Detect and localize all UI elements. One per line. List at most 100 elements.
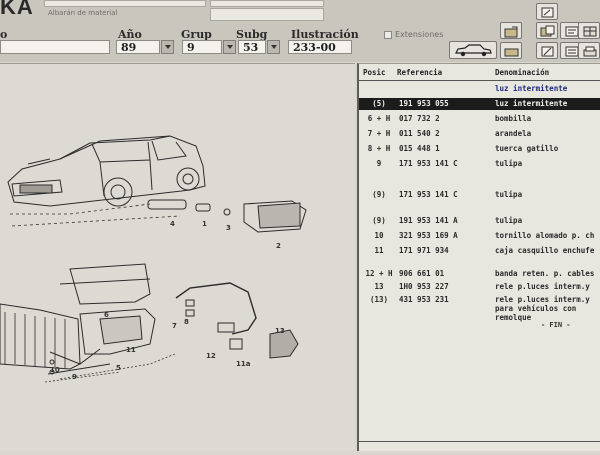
nav-button-6[interactable] bbox=[536, 42, 558, 59]
row-ref: 171 971 934 bbox=[399, 246, 449, 255]
row-den: arandela bbox=[495, 129, 532, 138]
nav-button-2[interactable] bbox=[536, 22, 558, 39]
callout-label: 5 bbox=[116, 364, 121, 372]
row-ref: 015 448 1 bbox=[399, 144, 440, 153]
app-logo: KA bbox=[0, 0, 34, 19]
row-pos: (9) bbox=[372, 216, 386, 225]
grid-icon bbox=[583, 26, 597, 37]
parts-table-header: Posic Referencia Denominación bbox=[359, 68, 600, 80]
callout-label: 13 bbox=[275, 327, 285, 335]
end-marker: - FIN - bbox=[541, 321, 571, 329]
albaran-field[interactable] bbox=[210, 8, 324, 21]
nav-button-5[interactable] bbox=[500, 42, 522, 59]
row-pos: 8 + H bbox=[367, 144, 391, 153]
row-pos: (5) bbox=[372, 99, 386, 108]
callout-label: 8 bbox=[184, 318, 189, 326]
row-den-line3: remolque bbox=[495, 313, 532, 322]
model-field[interactable] bbox=[0, 40, 110, 54]
nav-button-8[interactable] bbox=[578, 42, 600, 59]
row-pos: (9) bbox=[372, 190, 386, 199]
extensions-checkbox[interactable] bbox=[384, 31, 392, 39]
row-ref: 017 732 2 bbox=[399, 114, 440, 123]
header-field-1[interactable] bbox=[44, 0, 206, 7]
parts-illustration[interactable]: 4 1 3 2 6 7 8 5 9 10 11 12 11a 13 bbox=[0, 63, 355, 451]
subgroup-select[interactable]: 53 bbox=[238, 40, 266, 54]
row-den: luz intermitente bbox=[495, 99, 568, 108]
nav-button-1[interactable] bbox=[500, 22, 522, 39]
car-illustration bbox=[7, 135, 206, 207]
group-select[interactable]: 9 bbox=[182, 40, 222, 54]
row-pos: 7 + H bbox=[367, 129, 391, 138]
callout-label: 4 bbox=[170, 220, 175, 228]
header-field-2[interactable] bbox=[210, 0, 324, 7]
header-divider bbox=[359, 80, 600, 81]
row-ref: 191 953 141 A bbox=[399, 216, 458, 225]
subgroup-dropdown-arrow[interactable] bbox=[267, 40, 280, 54]
row-pos: 9 bbox=[376, 159, 382, 168]
car-icon bbox=[455, 44, 492, 57]
row-ref: 171 953 141 C bbox=[399, 190, 458, 199]
row-den: tuerca gatillo bbox=[495, 144, 559, 153]
row-pos: 13 bbox=[374, 282, 384, 291]
header-bar: KA Albarán de material o Año 89 Grup 9 S… bbox=[0, 0, 600, 62]
table-row[interactable]: 10 321 953 169 A tornillo alomado p. ch bbox=[359, 230, 600, 242]
table-row[interactable]: 6 + H 017 732 2 bombilla bbox=[359, 113, 600, 125]
parts-list-bottom-border bbox=[359, 441, 600, 452]
extensions-label: Extensiones bbox=[395, 30, 444, 39]
row-den: tornillo alomado p. ch bbox=[495, 231, 595, 240]
section-title-row: luz intermitente bbox=[359, 83, 600, 95]
table-row[interactable]: 7 + H 011 540 2 arandela bbox=[359, 128, 600, 140]
callout-label: 1 bbox=[202, 220, 207, 228]
table-row[interactable]: (9) 171 953 141 C tulipa bbox=[359, 189, 600, 201]
row-ref: 011 540 2 bbox=[399, 129, 440, 138]
callout-label: 12 bbox=[206, 352, 216, 360]
table-row[interactable]: 9 171 953 141 C tulipa bbox=[359, 158, 600, 170]
year-dropdown-arrow[interactable] bbox=[161, 40, 174, 54]
vehicle-view-button[interactable] bbox=[449, 41, 497, 59]
callout-label: 11a bbox=[236, 360, 251, 368]
illustration-field[interactable]: 233-00 bbox=[288, 40, 352, 54]
row-ref: 191 953 055 bbox=[399, 99, 449, 108]
row-den: banda reten. p. cables bbox=[495, 269, 595, 278]
table-row[interactable]: (5) 191 953 055 luz intermitente bbox=[359, 98, 600, 110]
table-row[interactable]: 11 171 971 934 caja casquillo enchufe bbox=[359, 245, 600, 257]
row-den: tulipa bbox=[495, 216, 523, 225]
row-den: rele p.luces interm.y bbox=[495, 282, 590, 291]
print-icon bbox=[583, 46, 597, 57]
folder-open-icon bbox=[504, 48, 519, 57]
section-title: luz intermitente bbox=[495, 84, 568, 93]
row-ref: 321 953 169 A bbox=[399, 231, 458, 240]
nav-button-4[interactable] bbox=[578, 22, 600, 39]
row-ref: 906 661 01 bbox=[399, 269, 445, 278]
row-den: tulipa bbox=[495, 190, 523, 199]
table-row[interactable]: 12 + H 906 661 01 banda reten. p. cables bbox=[359, 268, 600, 280]
callout-label: 2 bbox=[276, 242, 281, 250]
document-stack-icon bbox=[540, 25, 555, 37]
table-row[interactable]: (9) 191 953 141 A tulipa bbox=[359, 215, 600, 227]
header-albaran-label: Albarán de material bbox=[48, 9, 118, 17]
callout-label: 6 bbox=[104, 311, 109, 319]
callout-label: 11 bbox=[126, 346, 136, 354]
folder-arrow-icon bbox=[504, 26, 518, 38]
row-ref: 171 953 141 C bbox=[399, 159, 458, 168]
row-den: bombilla bbox=[495, 114, 532, 123]
callout-label: 10 bbox=[50, 366, 60, 374]
col-den-header: Denominación bbox=[495, 68, 550, 77]
table-row[interactable]: 8 + H 015 448 1 tuerca gatillo bbox=[359, 143, 600, 155]
callout-label: 3 bbox=[226, 224, 231, 232]
callout-label: 9 bbox=[72, 373, 77, 381]
parts-list-panel: Posic Referencia Denominación luz interm… bbox=[357, 63, 600, 451]
exploded-diagram: 4 1 3 2 6 7 8 5 9 10 11 12 11a 13 bbox=[0, 135, 307, 383]
group-dropdown-arrow[interactable] bbox=[223, 40, 236, 54]
year-select[interactable]: 89 bbox=[116, 40, 160, 54]
nav-button-top[interactable] bbox=[536, 3, 558, 20]
document-arrow-icon bbox=[541, 7, 554, 18]
row-ref: 1H0 953 227 bbox=[399, 282, 449, 291]
row-pos: 12 + H bbox=[365, 269, 393, 278]
document-edit-icon bbox=[541, 46, 554, 57]
col-pos-header: Posic bbox=[363, 68, 386, 77]
row-pos: 6 + H bbox=[367, 114, 391, 123]
row-den: caja casquillo enchufe bbox=[495, 246, 595, 255]
table-row[interactable]: 13 1H0 953 227 rele p.luces interm.y bbox=[359, 281, 600, 293]
col-ref-header: Referencia bbox=[397, 68, 443, 77]
